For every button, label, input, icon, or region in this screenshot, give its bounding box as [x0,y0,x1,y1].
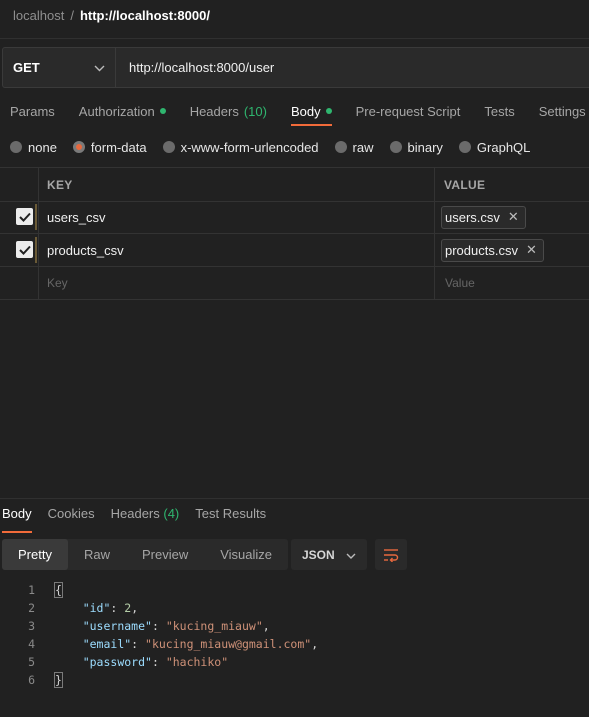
check-icon [18,212,31,222]
radio-graphql[interactable]: GraphQL [458,140,530,155]
line-number: 6 [28,673,35,687]
tab-headers[interactable]: Headers (10) [190,100,267,122]
value-column-header: VALUE [444,177,486,192]
tab-body[interactable]: Body [290,100,332,126]
code-line: 1 { [0,581,63,599]
row-checkbox[interactable] [16,241,33,258]
view-tab-pretty[interactable]: Pretty [2,539,68,570]
code-line: 6 } [0,671,63,689]
close-icon[interactable]: ✕ [508,209,519,225]
line-number: 1 [28,583,35,597]
breadcrumb-current[interactable]: http://localhost:8000/ [80,8,210,23]
status-dot [325,108,332,114]
table-row-new: Key Value [0,267,589,300]
key-cell: products_csv [47,242,124,258]
close-icon[interactable]: ✕ [526,242,537,258]
wrap-lines-button[interactable] [375,539,407,570]
format-select[interactable]: JSON [291,539,367,570]
table-row: users_csv users.csv ✕ [0,201,589,234]
radio-none[interactable]: none [10,140,57,155]
method-select[interactable]: GET [3,48,116,87]
radio-indicator [10,141,22,153]
check-icon [18,245,31,255]
view-tab-preview[interactable]: Preview [126,539,204,570]
response-divider[interactable] [0,498,589,499]
breadcrumb-parent[interactable]: localhost [13,8,64,23]
response-tab-headers[interactable]: Headers (4) [111,506,180,526]
status-dot [159,108,166,114]
line-number: 3 [28,619,35,633]
line-number: 5 [28,655,35,669]
radio-indicator [334,141,347,153]
file-chip[interactable]: users.csv ✕ [441,205,526,229]
view-mode-tabs: Pretty Raw Preview Visualize [2,539,289,570]
request-tabs: Params Authorization Headers (10) Body Pr… [10,100,589,128]
radio-indicator [162,141,175,153]
key-cell: users_csv [47,209,106,225]
breadcrumb: localhost / http://localhost:8000/ [13,6,210,24]
radio-indicator [389,141,402,153]
response-tabs: Body Cookies Headers (4) Test Results [2,506,282,533]
radio-raw[interactable]: raw [334,140,374,155]
chevron-down-icon [94,60,105,75]
radio-binary[interactable]: binary [389,140,443,155]
key-column-header: KEY [47,177,73,192]
file-name: products.csv [445,242,518,258]
code-line: 2 "id": 2, [0,599,138,617]
tab-settings[interactable]: Settings [539,100,586,122]
view-tab-visualize[interactable]: Visualize [204,539,288,570]
request-bar: GET http://localhost:8000/user [2,47,589,88]
drag-handle[interactable] [35,237,37,263]
key-placeholder: Key [47,276,68,290]
url-input[interactable]: http://localhost:8000/user [116,48,589,87]
view-tab-raw[interactable]: Raw [68,539,126,570]
line-number: 2 [28,601,35,615]
tab-tests[interactable]: Tests [484,100,514,122]
line-number: 4 [28,637,35,651]
value-placeholder: Value [445,276,475,290]
code-line: 3 "username": "kucing_miauw", [0,617,270,635]
chevron-down-icon [346,548,356,562]
table-header: KEY VALUE [0,167,589,202]
file-chip[interactable]: products.csv ✕ [441,238,544,262]
file-name: users.csv [445,209,500,225]
code-line: 5 "password": "hachiko" [0,653,228,671]
wrap-lines-icon [384,548,399,562]
headers-count: (10) [243,103,267,119]
radio-x-www-form-urlencoded[interactable]: x-www-form-urlencoded [162,140,319,155]
response-tab-body[interactable]: Body [2,506,32,533]
table-row: products_csv products.csv ✕ [0,234,589,267]
body-mode-options: none form-data x-www-form-urlencoded raw… [10,138,546,156]
response-headers-count: (4) [163,506,180,521]
radio-indicator [72,141,85,153]
header-divider [0,38,589,39]
code-line: 4 "email": "kucing_miauw@gmail.com", [0,635,318,653]
radio-form-data[interactable]: form-data [72,140,147,155]
radio-indicator [458,141,471,153]
tab-authorization[interactable]: Authorization [79,100,166,122]
response-tab-cookies[interactable]: Cookies [48,506,95,526]
tab-pre-request-script[interactable]: Pre-request Script [356,100,461,122]
format-label: JSON [302,547,335,562]
response-tab-test-results[interactable]: Test Results [195,506,266,526]
row-checkbox[interactable] [16,208,33,225]
tab-params[interactable]: Params [10,100,55,122]
method-label: GET [13,60,40,75]
breadcrumb-separator: / [70,7,74,23]
drag-handle[interactable] [35,204,37,230]
